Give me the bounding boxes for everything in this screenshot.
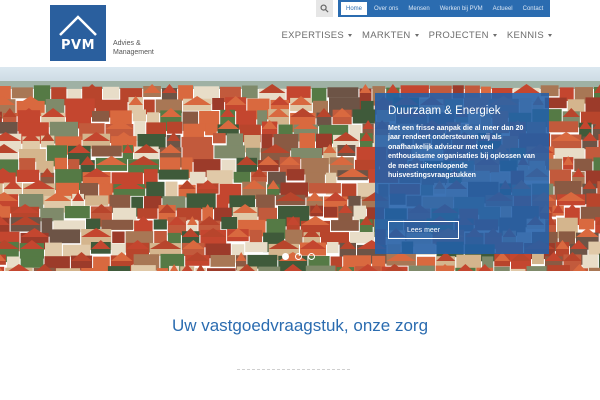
topnav-werken-bij[interactable]: Werken bij PVM <box>435 0 488 17</box>
search-button[interactable] <box>316 0 333 17</box>
nav-kennis-label: KENNIS <box>506 30 544 41</box>
topnav-home[interactable]: Home <box>341 2 368 15</box>
site-header: PVM Advies & Management Home Over ons Me… <box>0 0 600 67</box>
read-more-button[interactable]: Lees meer <box>388 221 459 239</box>
slide-dot-2[interactable] <box>295 253 302 260</box>
chevron-down-icon <box>348 34 353 37</box>
slider-pagination <box>282 253 315 260</box>
nav-expertises[interactable]: EXPERTISES <box>282 30 353 41</box>
topnav-contact[interactable]: Contact <box>518 0 549 17</box>
nav-projecten[interactable]: PROJECTEN <box>429 30 497 41</box>
nav-markten-label: MARKTEN <box>362 30 411 41</box>
chevron-down-icon <box>492 34 497 37</box>
top-navigation: Home Over ons Mensen Werken bij PVM Actu… <box>338 0 550 17</box>
topnav-mensen[interactable]: Mensen <box>403 0 434 17</box>
search-icon <box>320 4 329 13</box>
topnav-over-ons[interactable]: Over ons <box>369 0 403 17</box>
section-divider <box>237 369 350 370</box>
nav-markten[interactable]: MARKTEN <box>362 30 419 41</box>
main-navigation: EXPERTISES MARKTEN PROJECTEN KENNIS <box>282 30 552 41</box>
hero-text: Met een frisse aanpak die al meer dan 20… <box>388 125 536 180</box>
nav-expertises-label: EXPERTISES <box>281 30 345 41</box>
page-slogan: Uw vastgoedvraagstuk, onze zorg <box>171 316 429 335</box>
topnav-actueel[interactable]: Actueel <box>488 0 518 17</box>
tagline-line-1: Advies & <box>113 40 141 47</box>
slide-dot-1[interactable] <box>282 253 289 260</box>
nav-kennis[interactable]: KENNIS <box>507 30 552 41</box>
logo-tagline: Advies & Management <box>113 39 154 57</box>
hero-caption-panel: Duurzaam & Energiek Met een frisse aanpa… <box>375 93 549 254</box>
hero-slider: Duurzaam & Energiek Met een frisse aanpa… <box>0 67 600 271</box>
chevron-down-icon <box>548 34 552 37</box>
chevron-down-icon <box>414 34 419 37</box>
nav-projecten-label: PROJECTEN <box>428 30 489 41</box>
logo-text: PVM <box>60 38 96 53</box>
slide-dot-3[interactable] <box>308 253 315 260</box>
hero-title: Duurzaam & Energiek <box>388 105 501 117</box>
tagline-line-2: Management <box>113 49 154 56</box>
